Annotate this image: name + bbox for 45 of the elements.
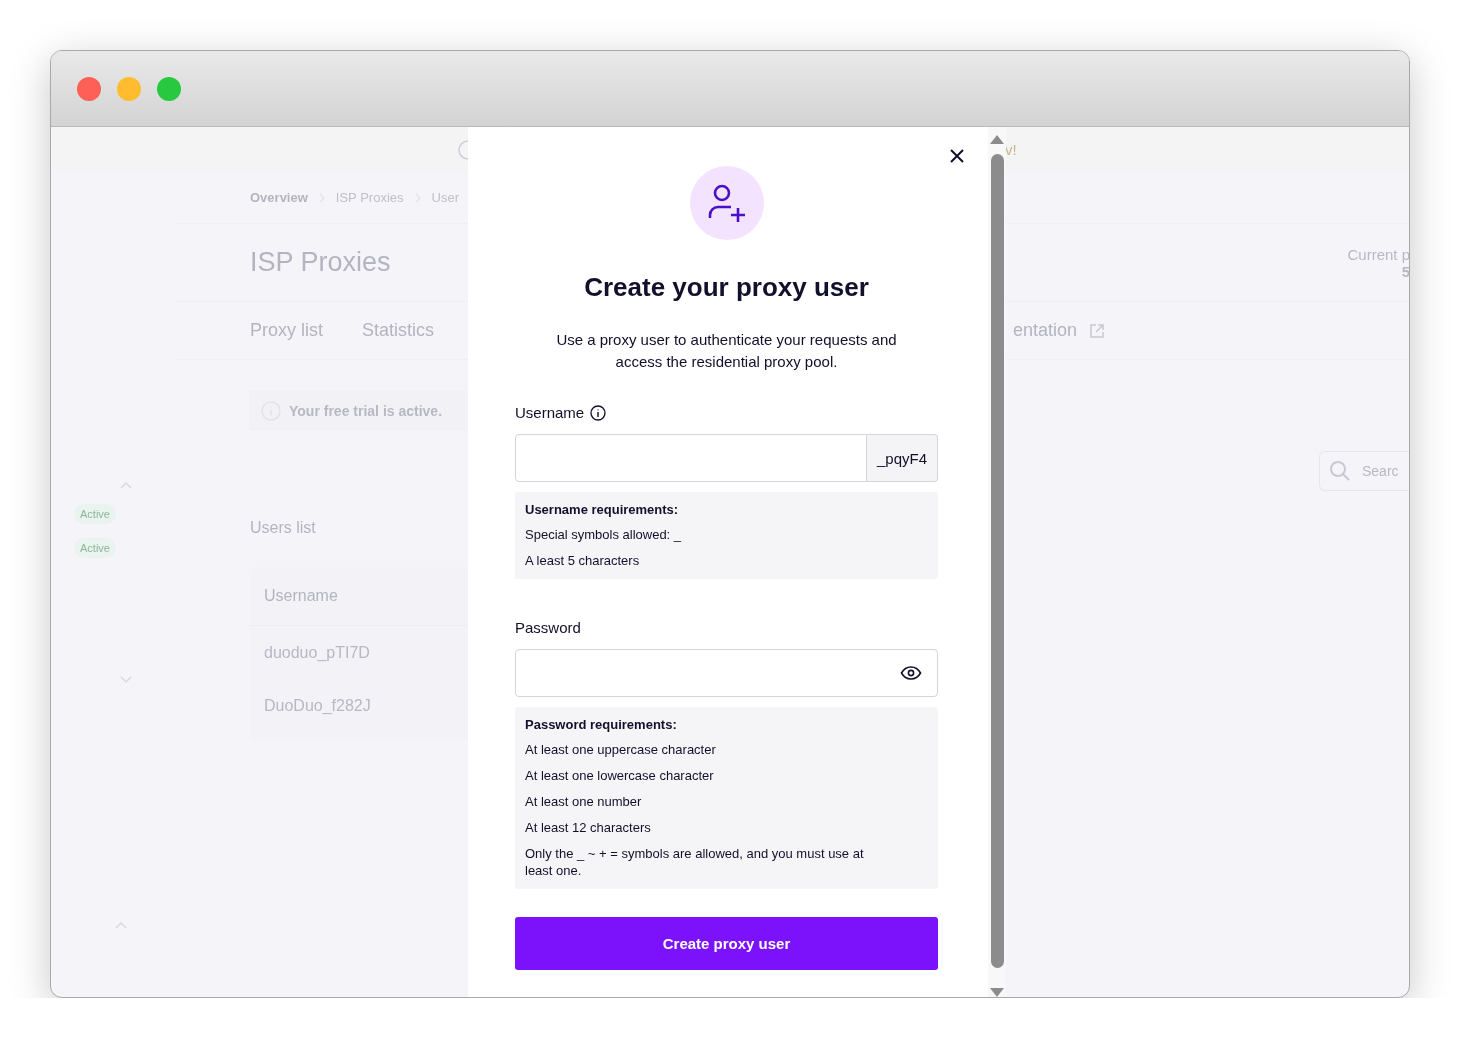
section-title: Users list <box>250 519 316 537</box>
dialog-description: Use a proxy user to authenticate your requests and access the residential proxy pool. <box>555 330 898 372</box>
password-field[interactable] <box>515 649 938 697</box>
status-badge: Active <box>74 504 116 524</box>
zoom-button[interactable] <box>157 76 181 101</box>
requirement-text: Special symbols allowed: _ <box>525 526 683 543</box>
requirements-heading: Username requirements: <box>525 502 680 517</box>
plan-label: Current p <box>1347 245 1409 263</box>
chevron-up-icon <box>119 480 133 490</box>
create-button[interactable]: Create proxy user <box>515 917 938 970</box>
page-title: ISP Proxies <box>250 247 391 278</box>
close-button[interactable] <box>77 76 101 101</box>
breadcrumb-link[interactable]: Overview <box>250 190 308 205</box>
search-icon <box>1329 460 1351 482</box>
tab[interactable]: Statistics <box>362 320 435 341</box>
username-suffix: _pqyF4 <box>866 434 938 482</box>
notice-text: Your free trial is active. <box>289 403 443 419</box>
search-field[interactable]: Searc <box>1319 451 1409 491</box>
username-field[interactable] <box>515 434 867 482</box>
field-label: Password <box>515 619 581 636</box>
table-cell: duoduo_pTI7D <box>264 643 370 662</box>
tab[interactable]: Proxy list <box>250 320 323 341</box>
info-icon <box>458 139 468 160</box>
chevron-up-icon <box>114 920 128 930</box>
close-icon[interactable] <box>949 148 965 164</box>
requirement-text: At least 12 characters <box>525 819 652 836</box>
requirement-text: At least one number <box>525 793 643 810</box>
requirement-text: A least 5 characters <box>525 552 641 569</box>
tab[interactable]: entation <box>1013 320 1106 341</box>
dialog-title: Create your proxy user <box>583 272 870 303</box>
requirement-text: Only the _ ~ + = symbols are allowed, and you must use at least one. <box>525 845 865 879</box>
info-icon <box>590 404 607 421</box>
requirement-text: At least one uppercase character <box>525 741 717 758</box>
plan-value: 5 <box>1401 262 1409 280</box>
field-label: Username <box>515 404 585 421</box>
table-cell: DuoDuo_f282J <box>264 696 371 715</box>
requirement-text: At least one lowercase character <box>525 767 715 784</box>
column-header: Username <box>264 587 338 605</box>
scrollbar[interactable] <box>988 127 1006 997</box>
eye-icon[interactable] <box>900 665 922 681</box>
requirements-heading: Password requirements: <box>525 717 678 732</box>
minimize-button[interactable] <box>117 76 141 101</box>
status-badge: Active <box>74 538 116 558</box>
banner-text: v! <box>1005 141 1017 158</box>
chevron-down-icon <box>119 674 133 684</box>
